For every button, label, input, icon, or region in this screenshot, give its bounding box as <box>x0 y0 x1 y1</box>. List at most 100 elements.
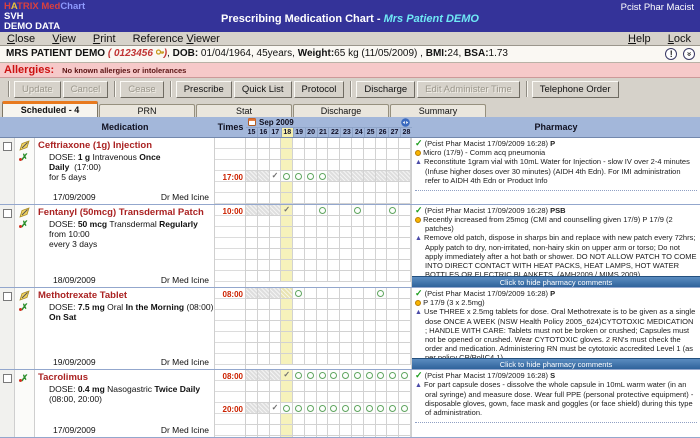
medication-cell[interactable]: Methotrexate Tablet DOSE: 7.5 mg Oral In… <box>35 288 215 369</box>
dose-blocked-cell <box>258 403 270 414</box>
dose-due-cell[interactable] <box>399 370 411 381</box>
discharge-button[interactable]: Discharge <box>356 81 415 98</box>
tab-discharge[interactable]: Discharge <box>293 104 389 117</box>
day-header-cell[interactable]: 28 <box>401 128 412 137</box>
dose-due-cell[interactable] <box>364 403 376 414</box>
dose-due-cell[interactable] <box>305 370 317 381</box>
grid-cell <box>258 271 270 282</box>
day-header-cell[interactable]: 16 <box>258 128 270 137</box>
update-button: Update <box>14 81 61 98</box>
dose-due-cell[interactable] <box>317 370 329 381</box>
day-header-cell[interactable]: 22 <box>329 128 341 137</box>
dose-due-cell[interactable] <box>328 403 340 414</box>
grid-cell <box>305 138 317 149</box>
dose-due-cell[interactable] <box>352 205 364 216</box>
grid-cell <box>281 238 293 249</box>
medication-name: Methotrexate Tablet <box>38 290 214 301</box>
medication-cell[interactable]: Ceftriaxone (1g) Injection DOSE: 1 g Int… <box>35 138 215 204</box>
tab-stat[interactable]: Stat <box>196 104 292 117</box>
day-header-cell[interactable]: 24 <box>353 128 365 137</box>
dose-due-cell[interactable] <box>376 288 388 299</box>
medication-cell[interactable]: Tacrolimus DOSE: 0.4 mg Nasogastric Twic… <box>35 370 215 437</box>
dose-blocked-cell <box>340 171 352 182</box>
row-checkbox[interactable] <box>3 142 12 151</box>
dose-due-cell[interactable] <box>317 171 329 182</box>
day-header-cell[interactable]: 15 <box>246 128 258 137</box>
order-note-icon[interactable] <box>19 290 30 301</box>
day-header-cell[interactable]: 17 <box>270 128 282 137</box>
cease-icon[interactable]: ✗ <box>19 302 30 312</box>
dose-due-cell[interactable] <box>281 171 293 182</box>
dose-due-cell[interactable] <box>293 171 305 182</box>
dose-given-cell[interactable]: ✓ <box>270 403 282 414</box>
hide-pharmacy-comments-bar[interactable]: Click to hide pharmacy comments <box>412 358 700 369</box>
dose-due-cell[interactable] <box>293 370 305 381</box>
grid-cell <box>376 160 388 171</box>
menu-view[interactable]: View <box>45 32 83 46</box>
dose-due-cell[interactable] <box>293 288 305 299</box>
dose-given-cell[interactable]: ✓ <box>270 171 282 182</box>
dose-due-cell[interactable] <box>305 403 317 414</box>
dose-due-cell[interactable] <box>387 205 399 216</box>
tab-scheduled[interactable]: Scheduled - 4 <box>2 101 98 117</box>
dose-due-cell[interactable] <box>305 171 317 182</box>
menu-reference-viewer[interactable]: Reference Viewer <box>126 32 227 46</box>
calendar-nav-icon[interactable] <box>401 118 410 127</box>
medication-name: Ceftriaxone (1g) Injection <box>38 140 214 151</box>
dose-due-cell[interactable] <box>376 403 388 414</box>
dose-due-cell[interactable] <box>340 403 352 414</box>
row-checkbox[interactable] <box>3 374 12 383</box>
tab-summary[interactable]: Summary <box>390 104 486 117</box>
order-note-icon[interactable] <box>19 140 30 151</box>
dose-due-cell[interactable] <box>352 403 364 414</box>
cease-icon[interactable]: ✗ <box>19 152 30 162</box>
tab-prn[interactable]: PRN <box>99 104 195 117</box>
dose-due-cell[interactable] <box>376 370 388 381</box>
quick-list-button[interactable]: Quick List <box>234 81 292 98</box>
patient-alert-icon[interactable]: ! <box>665 48 677 60</box>
day-header-cell[interactable]: 19 <box>294 128 306 137</box>
collapse-patient-bar-icon[interactable]: » <box>683 48 695 60</box>
row-checkbox[interactable] <box>3 292 12 301</box>
dose-due-cell[interactable] <box>340 370 352 381</box>
dose-due-cell[interactable] <box>387 403 399 414</box>
grid-cell <box>270 299 282 310</box>
grid-cell <box>305 425 317 436</box>
menu-print[interactable]: Print <box>86 32 123 46</box>
day-header-cell[interactable]: 18 <box>282 128 294 137</box>
dose-given-cell[interactable]: ✓ <box>281 205 293 216</box>
cease-icon[interactable]: ✗ <box>19 373 30 383</box>
row-checkbox[interactable] <box>3 209 12 218</box>
menu-close[interactable]: Close <box>0 32 42 46</box>
cease-icon[interactable]: ✗ <box>19 219 30 229</box>
dose-line: DOSE: 50 mcg Transdermal Regularly from … <box>49 219 214 249</box>
grid-cell <box>387 260 399 271</box>
dose-due-cell[interactable] <box>293 403 305 414</box>
dose-due-cell[interactable] <box>281 403 293 414</box>
day-header-cell[interactable]: 23 <box>341 128 353 137</box>
day-header-cell[interactable]: 26 <box>377 128 389 137</box>
medication-cell[interactable]: Fentanyl (50mcg) Transdermal Patch DOSE:… <box>35 205 215 287</box>
day-header-cell[interactable]: 25 <box>365 128 377 137</box>
dose-due-cell[interactable] <box>364 370 376 381</box>
grid-cell <box>328 381 340 392</box>
prescribe-button[interactable]: Prescribe <box>176 81 232 98</box>
day-header-cell[interactable]: 27 <box>389 128 401 137</box>
dose-given-cell[interactable]: ✓ <box>281 370 293 381</box>
menu-lock[interactable]: Lock <box>661 32 698 46</box>
dose-due-cell[interactable] <box>317 403 329 414</box>
day-header-cell[interactable]: 21 <box>318 128 330 137</box>
hide-pharmacy-comments-bar[interactable]: Click to hide pharmacy comments <box>412 276 700 287</box>
day-header-cell[interactable]: 20 <box>306 128 318 137</box>
grid-cell <box>246 343 258 354</box>
protocol-button[interactable]: Protocol <box>294 81 345 98</box>
dose-due-cell[interactable] <box>387 370 399 381</box>
order-note-icon[interactable] <box>19 207 30 218</box>
dose-due-cell[interactable] <box>317 205 329 216</box>
dose-due-cell[interactable] <box>399 403 411 414</box>
telephone-order-button[interactable]: Telephone Order <box>532 81 619 98</box>
dose-due-cell[interactable] <box>328 370 340 381</box>
menu-help[interactable]: Help <box>621 32 658 46</box>
grid-cell <box>293 425 305 436</box>
dose-due-cell[interactable] <box>352 370 364 381</box>
